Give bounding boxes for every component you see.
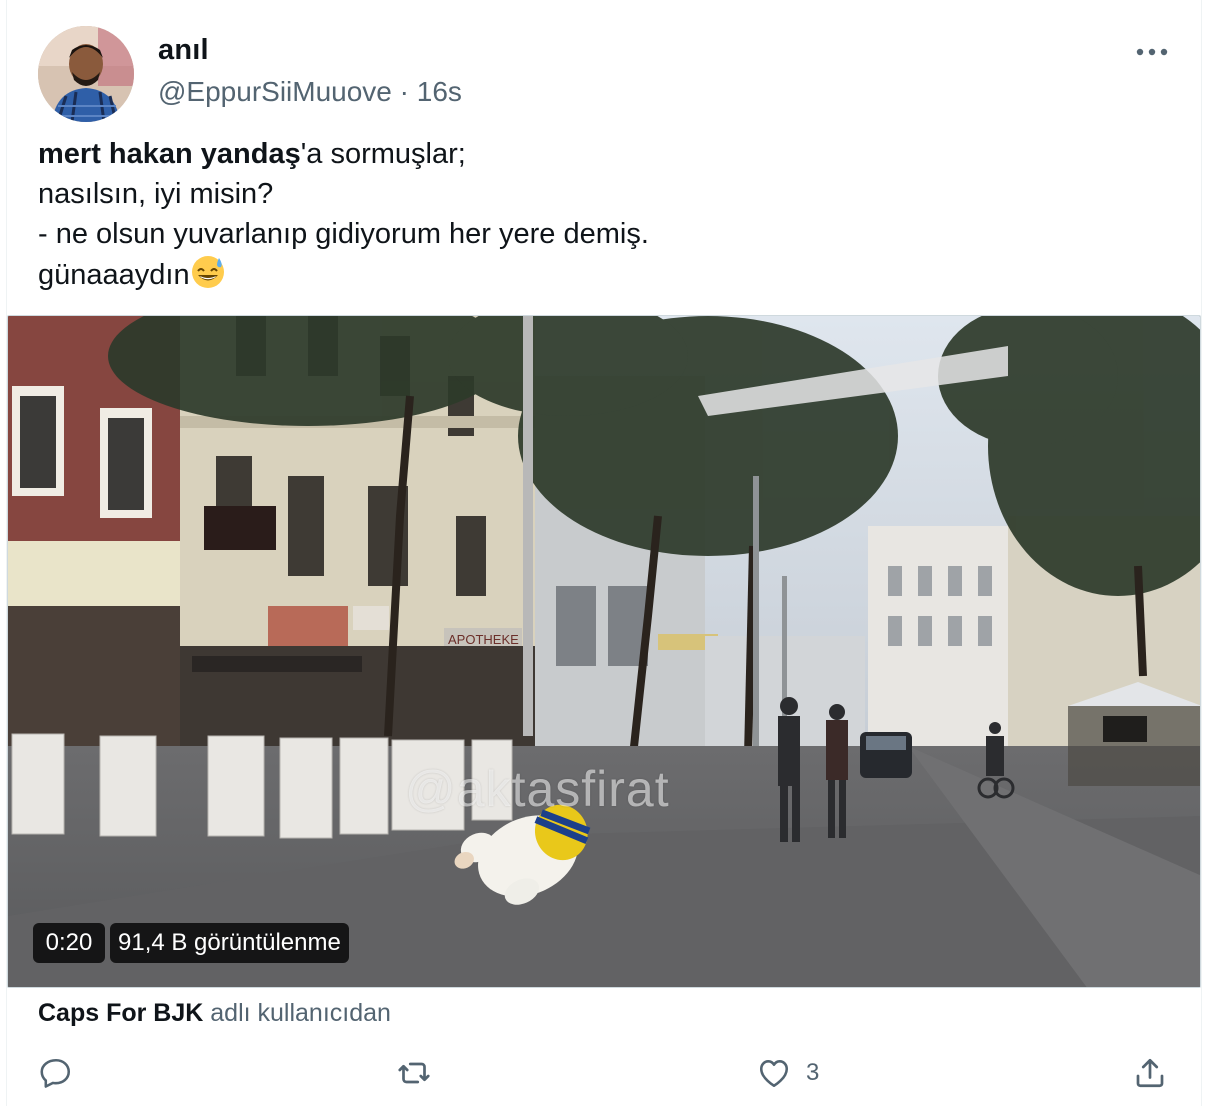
like-count: 3 [806,1059,820,1086]
source-account-link[interactable]: Caps For BJK [38,999,203,1027]
author-handle[interactable]: @EppurSiiMuuove [158,76,392,107]
handle-line: @EppurSiiMuuove · 16s [158,76,462,108]
like-icon [759,1060,789,1088]
tweet-text: mert hakan yandaş'a sormuşlar; nasılsın,… [38,134,1178,295]
retweet-button[interactable] [396,1052,432,1094]
video-frame: APOTHEKE [8,316,1200,987]
video-watermark: @aktasfirat [405,761,670,817]
avatar-image [38,26,134,122]
reply-icon [40,1058,71,1088]
timestamp[interactable]: 16s [417,76,462,107]
video-player[interactable]: APOTHEKE [7,315,1201,988]
apotheke-sign: APOTHEKE [448,632,519,647]
avatar[interactable] [38,26,134,122]
more-icon [1136,48,1168,56]
tweet-text-bold: mert hakan yandaş [38,138,301,170]
author-name[interactable]: anıl [158,34,209,67]
source-suffix: adlı kullanıcıdan [203,999,391,1027]
share-icon [1136,1058,1164,1088]
like-button[interactable]: 3 [756,1052,819,1094]
video-duration-badge: 0:20 [33,923,105,963]
separator: · [391,76,417,107]
source-attribution: Caps For BJK adlı kullanıcıdan [38,999,391,1028]
share-button[interactable] [1132,1052,1168,1094]
more-button[interactable] [1130,36,1174,68]
sweat-smile-emoji [191,256,224,288]
retweet-icon [398,1062,430,1084]
video-views-badge: 91,4 B görüntülenme [110,923,349,963]
reply-button[interactable] [38,1052,74,1094]
